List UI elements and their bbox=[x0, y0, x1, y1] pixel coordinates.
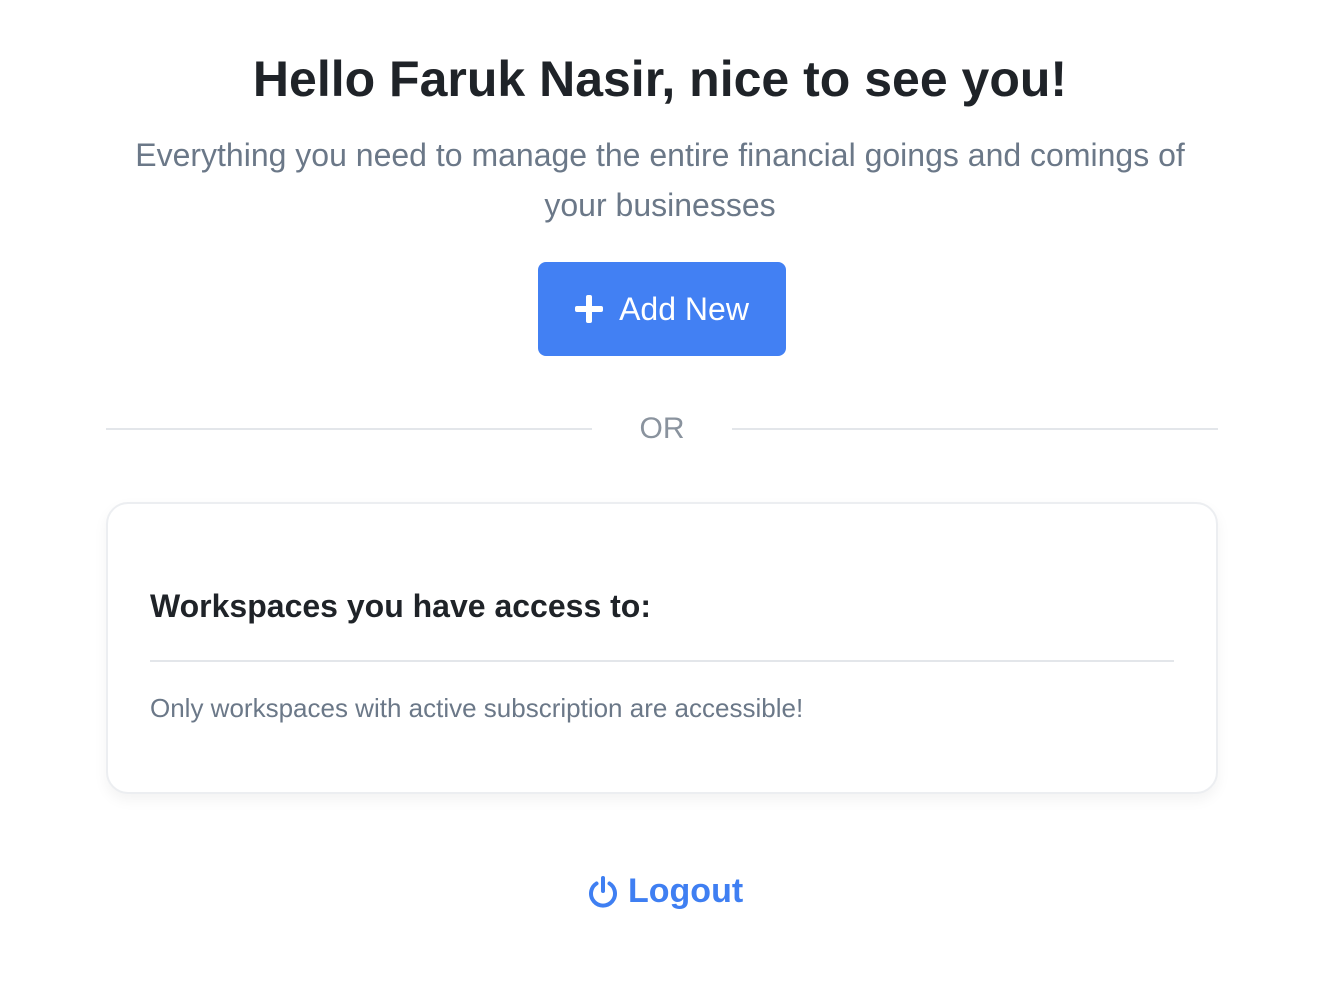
divider-left bbox=[106, 428, 592, 430]
greeting-title: Hello Faruk Nasir, nice to see you! bbox=[252, 51, 1068, 107]
or-separator-label: OR bbox=[639, 412, 685, 445]
workspaces-title: Workspaces you have access to: bbox=[150, 588, 651, 624]
workspaces-divider bbox=[150, 660, 1174, 662]
workspaces-card: Workspaces you have access to: Only work… bbox=[106, 502, 1218, 794]
workspaces-note: Only workspaces with active subscription… bbox=[150, 693, 804, 723]
logout-label: Logout bbox=[628, 872, 744, 910]
page-subtitle: Everything you need to manage the entire… bbox=[135, 137, 1185, 223]
plus-icon bbox=[575, 295, 604, 323]
add-new-button[interactable]: Add New bbox=[538, 262, 786, 356]
power-icon bbox=[589, 875, 617, 908]
add-new-label: Add New bbox=[619, 290, 749, 327]
divider-right bbox=[732, 428, 1218, 430]
workspace-selection-page: Hello Faruk Nasir, nice to see you! Ever… bbox=[0, 0, 1320, 992]
logout-link[interactable]: Logout bbox=[586, 872, 743, 911]
